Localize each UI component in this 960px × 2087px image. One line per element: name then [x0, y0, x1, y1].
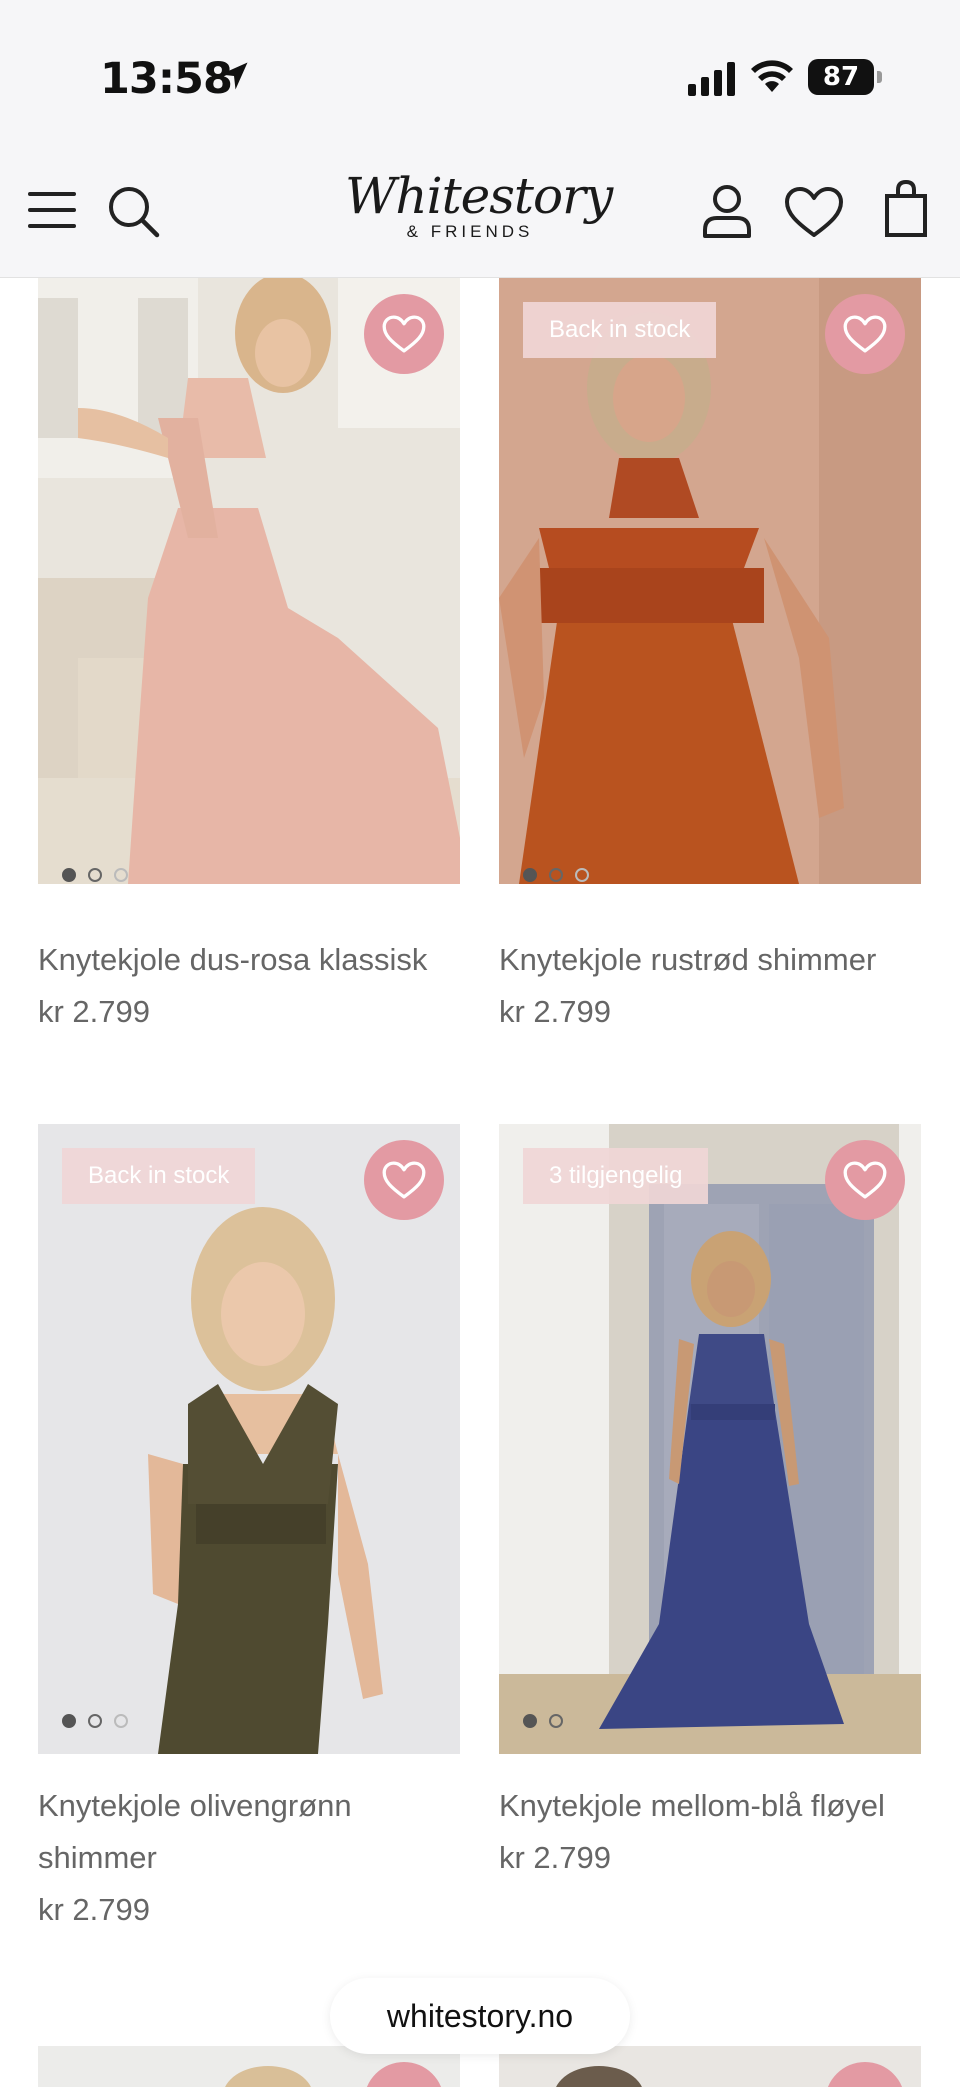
- logo-script: Whitestory: [345, 167, 613, 225]
- product-badge: 3 tilgjengelig: [523, 1148, 709, 1204]
- product-name[interactable]: Knytekjole mellom-blå fløyel: [499, 1780, 921, 1832]
- image-carousel-dots[interactable]: [62, 868, 128, 882]
- status-time: 13:58: [100, 54, 233, 104]
- product-image[interactable]: Back in stock: [38, 1124, 460, 1754]
- product-badge: Back in stock: [62, 1148, 256, 1204]
- carousel-dot[interactable]: [114, 1714, 128, 1728]
- menu-icon[interactable]: [28, 190, 76, 230]
- product-card[interactable]: Back in stock Knytekjole rustrød shimmer…: [499, 278, 921, 1038]
- heart-icon: [843, 315, 887, 353]
- product-name[interactable]: Knytekjole dus-rosa klassisk: [38, 934, 460, 986]
- product-price: kr 2.799: [38, 994, 151, 1029]
- wishlist-button[interactable]: [364, 294, 444, 374]
- product-name[interactable]: Knytekjole olivengrønn shimmer: [38, 1780, 460, 1884]
- product-price: kr 2.799: [38, 1892, 151, 1927]
- status-bar: 13:58 87: [0, 0, 960, 150]
- image-carousel-dots[interactable]: [523, 868, 589, 882]
- product-image[interactable]: Back in stock: [499, 278, 921, 908]
- product-badge: Back in stock: [523, 302, 717, 358]
- carousel-dot[interactable]: [88, 868, 102, 882]
- wishlist-heart-icon[interactable]: [784, 186, 844, 238]
- image-carousel-dots[interactable]: [62, 1714, 128, 1728]
- product-image[interactable]: 3 tilgjengelig: [499, 1124, 921, 1754]
- carousel-dot[interactable]: [549, 1714, 563, 1728]
- location-arrow-icon: [220, 62, 248, 90]
- carousel-dot[interactable]: [62, 1714, 76, 1728]
- browser-url-bar[interactable]: whitestory.no: [330, 1978, 630, 2054]
- account-icon[interactable]: [702, 184, 752, 238]
- product-image[interactable]: [38, 278, 460, 908]
- carousel-dot[interactable]: [62, 868, 76, 882]
- search-icon[interactable]: [106, 184, 160, 238]
- product-price: kr 2.799: [499, 994, 612, 1029]
- wishlist-button[interactable]: [825, 294, 905, 374]
- heart-icon: [843, 1161, 887, 1199]
- carousel-dot[interactable]: [523, 868, 537, 882]
- product-card[interactable]: Knytekjole dus-rosa klassisk kr 2.799: [38, 278, 460, 1038]
- cellular-signal-icon: [688, 62, 735, 96]
- site-header: Whitestory & FRIENDS: [0, 150, 960, 278]
- wishlist-button[interactable]: [364, 1140, 444, 1220]
- carousel-dot[interactable]: [114, 868, 128, 882]
- carousel-dot[interactable]: [549, 868, 563, 882]
- carousel-dot[interactable]: [88, 1714, 102, 1728]
- wishlist-button[interactable]: [825, 1140, 905, 1220]
- product-card[interactable]: 3 tilgjengelig Knytekjole mellom-blå flø…: [499, 1124, 921, 1884]
- product-price: kr 2.799: [499, 1840, 612, 1875]
- battery-indicator: 87: [808, 59, 882, 95]
- carousel-dot[interactable]: [575, 868, 589, 882]
- carousel-dot[interactable]: [523, 1714, 537, 1728]
- image-carousel-dots[interactable]: [523, 1714, 563, 1728]
- heart-icon: [382, 1161, 426, 1199]
- heart-icon: [382, 315, 426, 353]
- product-card[interactable]: Back in stock Knytekjole olivengrønn shi…: [38, 1124, 460, 1936]
- shopping-bag-icon[interactable]: [884, 180, 928, 238]
- wifi-icon: [751, 60, 793, 92]
- product-name[interactable]: Knytekjole rustrød shimmer: [499, 934, 921, 986]
- site-logo[interactable]: Whitestory & FRIENDS: [345, 166, 613, 266]
